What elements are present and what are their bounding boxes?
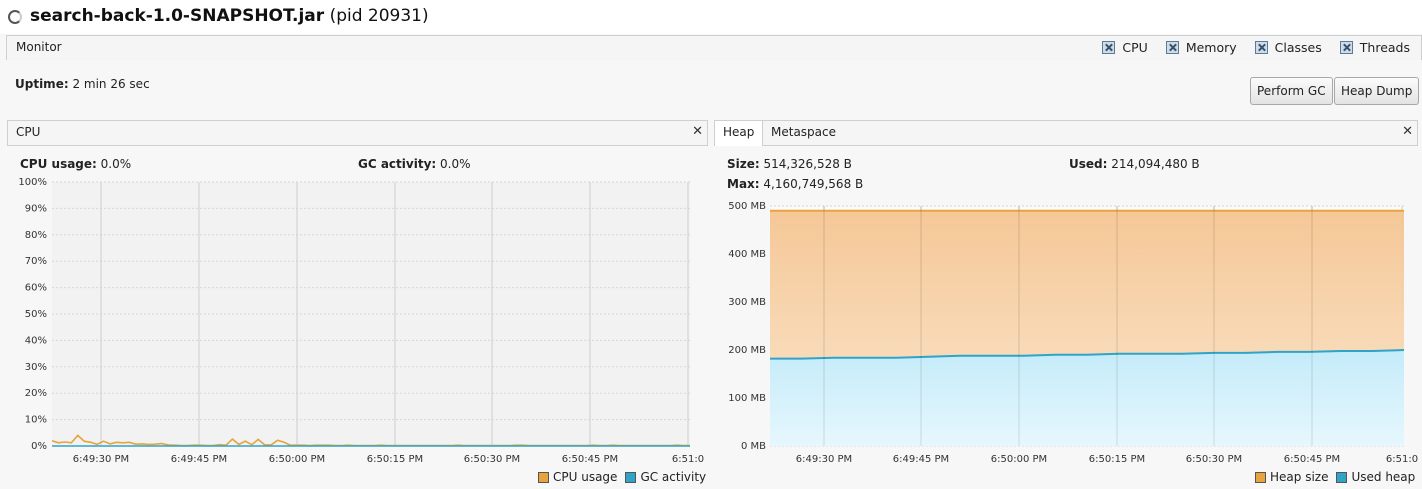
x-tick-label: 6:50:45 PM <box>562 454 618 465</box>
y-tick-label: 70% <box>25 256 47 267</box>
x-tick-label: 6:51:0 <box>672 454 704 465</box>
checkbox-checked-icon[interactable] <box>1254 41 1268 54</box>
y-tick-label: 40% <box>25 335 47 346</box>
x-tick-label: 6:50:00 PM <box>269 454 325 465</box>
cpu-panel-header: CPU ✕ <box>7 120 708 146</box>
close-icon[interactable]: ✕ <box>692 124 703 139</box>
legend-cpu-usage: CPU usage <box>538 470 617 484</box>
x-tick-label: 6:49:30 PM <box>796 454 852 465</box>
cpu-legend: CPU usage GC activity <box>538 470 706 484</box>
y-tick-label: 200 MB <box>728 345 766 356</box>
close-icon[interactable]: ✕ <box>1402 124 1413 139</box>
title-bar: search-back-1.0-SNAPSHOT.jar (pid 20931) <box>0 0 1422 34</box>
heap-used-stat: Used: 214,094,480 B <box>1069 157 1200 171</box>
window-title: search-back-1.0-SNAPSHOT.jar (pid 20931) <box>30 6 429 26</box>
heap-size-stat: Size: 514,326,528 B <box>727 157 852 171</box>
toggle-memory[interactable]: Memory <box>1165 40 1237 55</box>
used-heap-area <box>770 350 1404 446</box>
loading-spinner-icon <box>8 10 22 24</box>
x-tick-label: 6:49:45 PM <box>171 454 227 465</box>
y-tick-label: 10% <box>25 415 47 426</box>
toggle-threads[interactable]: Threads <box>1339 40 1410 55</box>
y-tick-label: 400 MB <box>728 249 766 260</box>
y-tick-label: 500 MB <box>728 201 766 212</box>
heap-chart: 0 MB 100 MB 200 MB 300 MB 400 MB 500 MB 6:49:3… <box>728 201 1418 465</box>
x-tick-label: 6:50:00 PM <box>991 454 1047 465</box>
y-tick-label: 50% <box>25 309 47 320</box>
y-tick-label: 20% <box>25 388 47 399</box>
y-tick-label: 0% <box>31 441 47 452</box>
toggle-classes[interactable]: Classes <box>1254 40 1322 55</box>
legend-used-heap: Used heap <box>1336 470 1415 484</box>
checkbox-checked-icon[interactable] <box>1165 41 1179 54</box>
tab-cpu[interactable]: CPU <box>8 121 48 146</box>
cpu-usage-stat: CPU usage: 0.0% <box>20 157 132 171</box>
y-tick-label: 0 MB <box>741 441 766 452</box>
uptime: Uptime: 2 min 26 sec <box>15 77 150 91</box>
x-tick-label: 6:50:30 PM <box>464 454 520 465</box>
y-tick-label: 30% <box>25 362 47 373</box>
heap-legend: Heap size Used heap <box>1255 470 1415 484</box>
y-tick-label: 90% <box>25 203 47 214</box>
heap-max-stat: Max: 4,160,749,568 B <box>727 177 864 191</box>
legend-gc-activity: GC activity <box>625 470 706 484</box>
perform-gc-button[interactable]: Perform GC <box>1250 77 1333 105</box>
x-tick-label: 6:49:30 PM <box>73 454 129 465</box>
plot-area <box>52 182 690 446</box>
legend-heap-size: Heap size <box>1255 470 1328 484</box>
tab-metaspace[interactable]: Metaspace <box>763 121 844 146</box>
x-tick-label: 6:50:45 PM <box>1284 454 1340 465</box>
toggle-cpu[interactable]: CPU <box>1102 40 1148 55</box>
x-tick-label: 6:50:30 PM <box>1186 454 1242 465</box>
cpu-chart: 0% 10% 20% 30% 40% 50% 60% 70% 80% 90% 100% 6:49:30… <box>18 178 704 465</box>
memory-panel-header: Heap Metaspace ✕ <box>714 120 1418 146</box>
y-tick-label: 60% <box>25 283 47 294</box>
y-tick-label: 300 MB <box>728 297 766 308</box>
x-tick-label: 6:49:45 PM <box>893 454 949 465</box>
heap-dump-button[interactable]: Heap Dump <box>1334 77 1420 105</box>
y-tick-label: 80% <box>25 230 47 241</box>
checkbox-checked-icon[interactable] <box>1339 41 1353 54</box>
monitor-toggles: CPU Memory Classes Threads <box>1102 40 1410 55</box>
tab-heap[interactable]: Heap <box>715 121 764 146</box>
x-tick-label: 6:50:15 PM <box>367 454 423 465</box>
x-tick-label: 6:50:15 PM <box>1089 454 1145 465</box>
y-tick-label: 100% <box>18 178 47 188</box>
checkbox-checked-icon[interactable] <box>1102 41 1116 54</box>
x-tick-label: 6:51:0 <box>1386 454 1418 465</box>
gc-activity-stat: GC activity: 0.0% <box>358 157 471 171</box>
y-tick-label: 100 MB <box>728 393 766 404</box>
